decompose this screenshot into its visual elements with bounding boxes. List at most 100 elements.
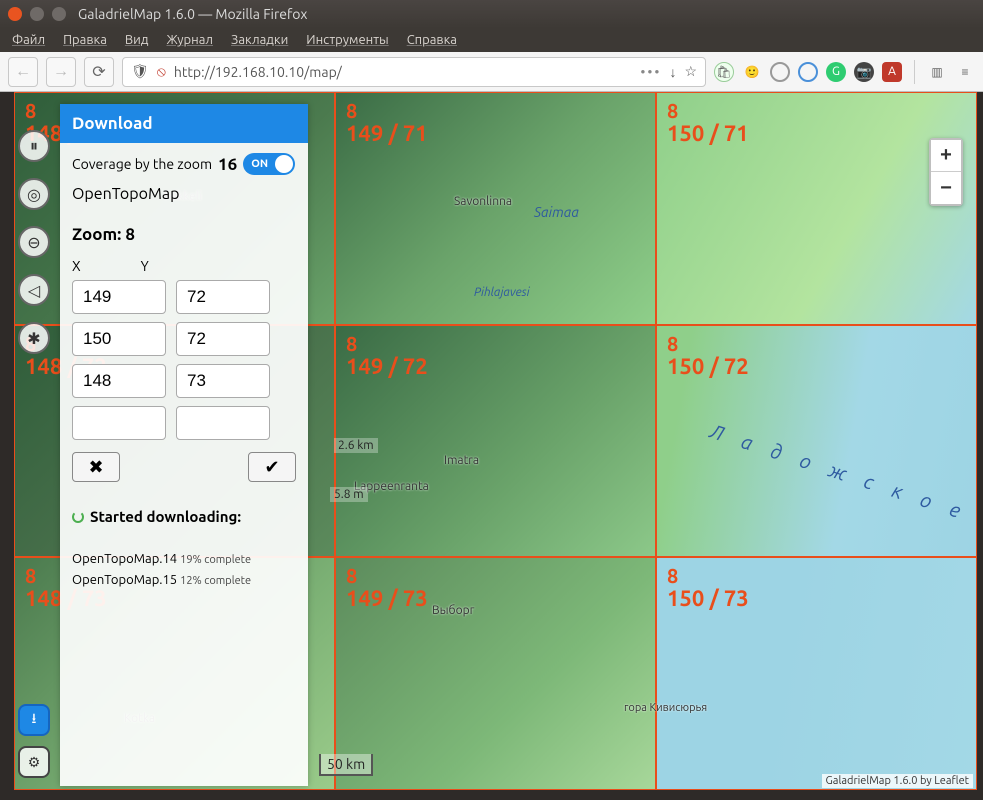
- page-actions-icon[interactable]: •••: [640, 64, 661, 80]
- spinner-icon: [72, 511, 84, 523]
- window-close-button[interactable]: [8, 7, 22, 21]
- download-panel: Download Coverage by the zoom 16 ON Open…: [60, 104, 308, 786]
- scale-bar: 50 km: [319, 754, 373, 776]
- shield-icon: 🛡: [131, 63, 149, 80]
- download-status: Started downloading:: [72, 508, 296, 525]
- ext-icon-2[interactable]: 🙂: [742, 62, 762, 82]
- coord-row-2: [72, 364, 296, 398]
- tool-angle-button[interactable]: ◁: [18, 274, 50, 306]
- lake-pihlajavesi: Pihlajavesi: [474, 286, 530, 299]
- toolbar-separator: [914, 60, 915, 84]
- y-header: Y: [141, 258, 149, 274]
- progress-name: OpenTopoMap.14: [72, 552, 177, 566]
- coverage-toggle[interactable]: ON: [243, 153, 295, 175]
- ext-icon-4[interactable]: [798, 62, 818, 82]
- tile-xy: 150 / 72: [667, 354, 749, 379]
- zoom-label: Zoom: 8: [72, 225, 296, 244]
- source-name: OpenTopoMap: [72, 185, 296, 203]
- toggle-label: ON: [251, 158, 268, 170]
- tool-pause-button[interactable]: ⏸: [18, 130, 50, 162]
- coverage-zoom: 16: [218, 155, 237, 174]
- menu-help[interactable]: Справка: [407, 33, 457, 47]
- nav-forward-button[interactable]: →: [46, 57, 76, 87]
- x-input-2[interactable]: [72, 364, 166, 398]
- nav-reload-button[interactable]: ⟳: [84, 57, 114, 87]
- bookmark-star-icon[interactable]: ☆: [684, 63, 697, 80]
- page-content: 8148 / 71 8149 / 71 8150 / 71 8148 / 72 …: [14, 92, 977, 790]
- menu-edit[interactable]: Правка: [63, 33, 107, 47]
- panel-title: Download: [60, 104, 308, 143]
- tile-z: 8: [25, 99, 36, 122]
- map-attribution: GaladrielMap 1.6.0 by Leaflet: [822, 774, 973, 788]
- status-text: Started downloading:: [90, 508, 241, 525]
- cancel-button[interactable]: ✖: [72, 452, 120, 482]
- tile-150-72: 8150 / 72: [656, 325, 977, 558]
- tool-circle-button[interactable]: ⊖: [18, 226, 50, 258]
- download-mode-button[interactable]: ⭳: [18, 704, 50, 736]
- x-input-3[interactable]: [72, 406, 166, 440]
- tool-star-button[interactable]: ✱: [18, 322, 50, 354]
- window-maximize-button[interactable]: [52, 7, 66, 21]
- y-input-3[interactable]: [176, 406, 270, 440]
- tool-target-button[interactable]: ◎: [18, 178, 50, 210]
- menu-view[interactable]: Вид: [125, 33, 149, 47]
- xy-header: X Y: [72, 258, 296, 274]
- tile-z: 8: [346, 99, 357, 122]
- pocket-icon[interactable]: ↓: [669, 64, 676, 80]
- ext-icon-1[interactable]: 🛍: [714, 62, 734, 82]
- settings-button[interactable]: ⚙: [18, 746, 50, 778]
- window-titlebar: GaladrielMap 1.6.0 — Mozilla Firefox: [0, 0, 983, 28]
- ext-icon-3[interactable]: [770, 62, 790, 82]
- nav-back-button[interactable]: ←: [8, 57, 38, 87]
- tile-z: 8: [667, 99, 678, 122]
- progress-item-1: OpenTopoMap.15 12% complete: [72, 570, 296, 591]
- zoom-control: + −: [929, 138, 963, 206]
- window-minimize-button[interactable]: [30, 7, 44, 21]
- menu-tools[interactable]: Инструменты: [306, 33, 388, 47]
- insecure-icon: ⦸: [157, 63, 166, 80]
- url-bar[interactable]: 🛡 ⦸ http://192.168.10.10/map/ ••• ↓ ☆: [122, 57, 706, 87]
- coverage-row: Coverage by the zoom 16 ON: [72, 153, 296, 175]
- tile-z: 8: [667, 564, 678, 587]
- progress-pct: 19% complete: [180, 554, 251, 566]
- x-input-0[interactable]: [72, 280, 166, 314]
- progress-item-0: OpenTopoMap.14 19% complete: [72, 549, 296, 570]
- zoom-out-button[interactable]: −: [931, 172, 961, 204]
- y-input-2[interactable]: [176, 364, 270, 398]
- tile-z: 8: [667, 332, 678, 355]
- place-kivi: гора Кивисюрья: [624, 702, 707, 714]
- extension-icons: 🛍 🙂 G 📷 A ▥ ≡: [714, 60, 975, 84]
- tile-149-73: 8149 / 73: [335, 557, 656, 790]
- browser-toolbar: ← → ⟳ 🛡 ⦸ http://192.168.10.10/map/ ••• …: [0, 52, 983, 92]
- progress-pct: 12% complete: [180, 575, 251, 587]
- place-imatra: Imatra: [444, 454, 479, 467]
- tile-xy: 149 / 72: [346, 354, 428, 379]
- tile-z: 8: [346, 564, 357, 587]
- confirm-button[interactable]: ✔: [248, 452, 296, 482]
- zoom-in-button[interactable]: +: [931, 140, 961, 172]
- library-icon[interactable]: ▥: [927, 62, 947, 82]
- x-input-1[interactable]: [72, 322, 166, 356]
- coverage-label: Coverage by the zoom: [72, 156, 212, 172]
- ext-icon-6[interactable]: 📷: [854, 62, 874, 82]
- menu-history[interactable]: Журнал: [166, 33, 213, 47]
- map-tool-strip: ⏸ ◎ ⊖ ◁ ✱: [18, 130, 54, 354]
- ext-icon-5[interactable]: G: [826, 62, 846, 82]
- ext-icon-7[interactable]: A: [882, 62, 902, 82]
- map-canvas[interactable]: 8148 / 71 8149 / 71 8150 / 71 8148 / 72 …: [14, 92, 977, 790]
- scale-5-8m: 5.8 m: [330, 487, 368, 502]
- place-savonlinna: Savonlinna: [454, 195, 512, 208]
- hamburger-icon[interactable]: ≡: [955, 62, 975, 82]
- y-input-1[interactable]: [176, 322, 270, 356]
- coord-row-3: [72, 406, 296, 440]
- progress-list: OpenTopoMap.14 19% complete OpenTopoMap.…: [72, 549, 296, 591]
- coord-row-0: [72, 280, 296, 314]
- tile-xy: 150 / 73: [667, 586, 749, 611]
- coord-row-1: [72, 322, 296, 356]
- scale-2-6km: 2.6 km: [334, 438, 378, 453]
- panel-body: Coverage by the zoom 16 ON OpenTopoMap Z…: [60, 143, 308, 786]
- menu-bookmarks[interactable]: Закладки: [231, 33, 288, 47]
- menu-file[interactable]: Файл: [12, 33, 45, 47]
- window-title: GaladrielMap 1.6.0 — Mozilla Firefox: [78, 6, 307, 22]
- y-input-0[interactable]: [176, 280, 270, 314]
